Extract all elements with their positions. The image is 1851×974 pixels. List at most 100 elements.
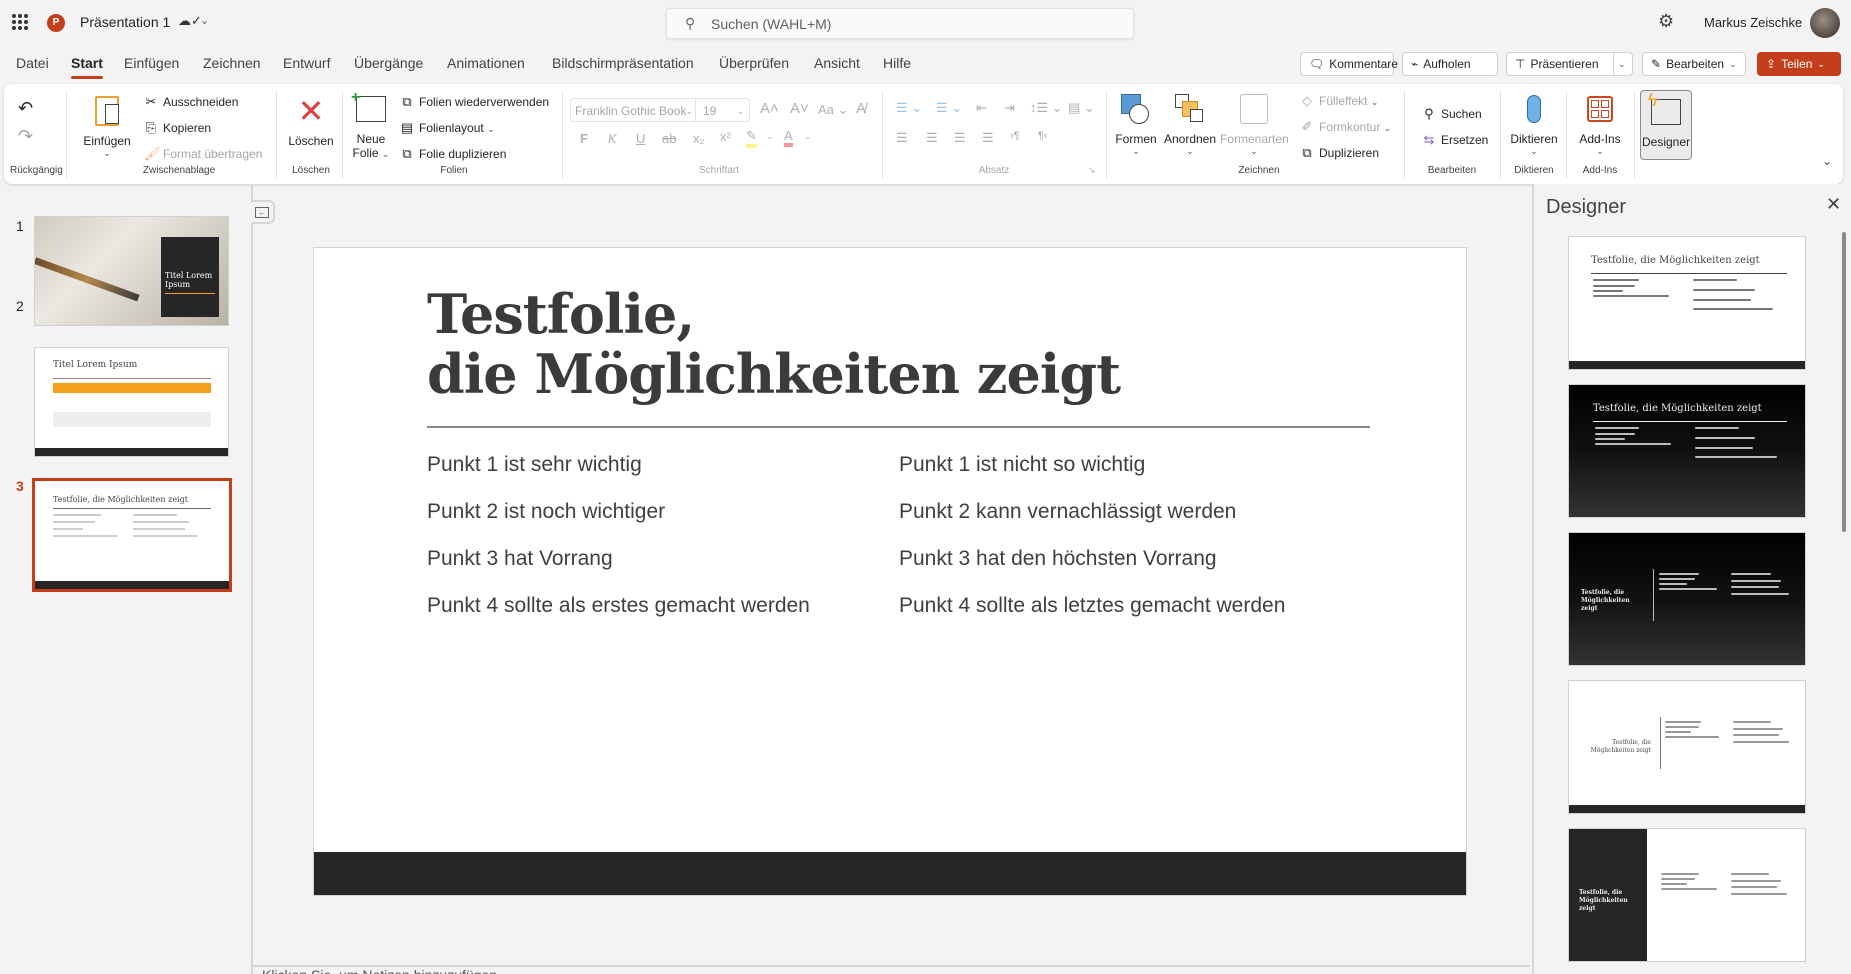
ltr-icon[interactable]: ›¶	[1010, 130, 1020, 142]
scrollbar[interactable]	[1842, 232, 1846, 532]
shape-outline-button[interactable]: ✐ Formkontur ⌄	[1300, 119, 1392, 135]
addins-button[interactable]: Add-Ins ⌄	[1572, 90, 1628, 157]
rtl-icon[interactable]: ¶‹	[1038, 130, 1048, 142]
delete-button[interactable]: ✕ Löschen	[286, 92, 336, 148]
tab-einfuegen[interactable]: Einfügen	[124, 55, 179, 71]
comment-icon: 🗨	[1309, 57, 1325, 71]
app-launcher-icon[interactable]	[12, 14, 28, 30]
edit-mode-button[interactable]: ✎ Bearbeiten ⌄	[1642, 52, 1746, 76]
dictate-button[interactable]: Diktieren ⌄	[1506, 90, 1562, 157]
line-spacing-icon[interactable]: ↕☰ ⌄	[1030, 100, 1063, 116]
font-family-select[interactable]: Franklin Gothic Book ⌄ 19 ⌄	[570, 98, 750, 122]
design-option[interactable]: Testfolie, die Möglichkeiten zeigt	[1568, 828, 1806, 962]
replace-button[interactable]: ⇆ Ersetzen	[1422, 132, 1489, 148]
tab-uebergaenge[interactable]: Übergänge	[354, 55, 423, 71]
subscript-icon[interactable]: x₂	[693, 131, 705, 146]
decrease-indent-icon[interactable]: ⇤	[976, 100, 987, 116]
tab-entwurf[interactable]: Entwurf	[283, 55, 330, 71]
left-content-column[interactable]: Punkt 1 ist sehr wichtig Punkt 2 ist noc…	[427, 453, 810, 641]
duplicate-shape-button[interactable]: ⧉ Duplizieren	[1300, 145, 1379, 161]
ribbon-expand-chevron-icon[interactable]: ⌄	[1822, 154, 1832, 168]
tab-animationen[interactable]: Animationen	[447, 55, 525, 71]
design-option[interactable]: Testfolie, die Möglichkeiten zeigt	[1568, 532, 1806, 666]
columns-icon[interactable]: ▤ ⌄	[1068, 100, 1095, 116]
slide-thumbnail-1[interactable]: Titel Lorem Ipsum	[34, 216, 229, 326]
change-case-icon[interactable]: Aa ⌄	[818, 102, 848, 118]
user-name[interactable]: Markus Zeischke	[1704, 15, 1802, 30]
collapse-thumbnails-button[interactable]: ←	[251, 200, 275, 224]
notes-input[interactable]: Klicken Sie, um Notizen hinzuzufügen	[262, 968, 497, 974]
strikethrough-icon[interactable]: ab	[662, 131, 676, 146]
arrange-button[interactable]: Anordnen ⌄	[1162, 90, 1218, 157]
align-right-icon[interactable]: ☰	[954, 130, 966, 146]
slide-thumbnail-2[interactable]: Titel Lorem Ipsum	[34, 347, 229, 457]
italic-icon[interactable]: K	[608, 131, 617, 146]
slide-layout-button[interactable]: ▤ Folienlayout ⌄	[400, 120, 495, 136]
underline-icon[interactable]: U	[636, 131, 645, 146]
find-button[interactable]: ⚲ Suchen	[1422, 106, 1481, 122]
font-color-icon[interactable]: A	[784, 128, 793, 147]
new-slide-button[interactable]: + Neue Folie ⌄	[348, 89, 394, 160]
paragraph-dialog-launcher-icon[interactable]: ↘	[1088, 165, 1096, 176]
grow-font-icon[interactable]: A˄	[760, 100, 779, 117]
slide-title[interactable]: Testfolie, die Möglichkeiten zeigt	[427, 284, 1121, 404]
chevron-down-icon[interactable]: ⌄	[766, 131, 774, 142]
align-left-icon[interactable]: ☰	[896, 130, 908, 146]
design-option[interactable]: Testfolie, die Möglichkeiten zeigt	[1568, 236, 1806, 370]
tab-zeichnen[interactable]: Zeichnen	[203, 55, 261, 71]
chevron-down-icon: ⌄	[1729, 58, 1737, 69]
redo-icon[interactable]: ↷	[18, 126, 33, 147]
notes-divider[interactable]	[253, 965, 1530, 967]
comments-button[interactable]: 🗨 Kommentare	[1300, 52, 1398, 76]
shrink-font-icon[interactable]: A˅	[790, 100, 809, 117]
numbering-icon[interactable]: ☰ ⌄	[936, 100, 962, 116]
share-button[interactable]: ⇪ Teilen ⌄	[1757, 52, 1841, 76]
tab-datei[interactable]: Datei	[16, 55, 49, 71]
tab-start[interactable]: Start	[71, 55, 103, 79]
comments-label: Kommentare	[1329, 57, 1398, 71]
chevron-down-icon[interactable]: ⌄	[804, 131, 812, 142]
search-box[interactable]: ⚲ Suchen (WAHL+M)	[666, 8, 1134, 39]
slide-canvas[interactable]: Testfolie, die Möglichkeiten zeigt Punkt…	[313, 247, 1467, 896]
bullets-icon[interactable]: ☰ ⌄	[896, 100, 922, 116]
right-content-column[interactable]: Punkt 1 ist nicht so wichtig Punkt 2 kan…	[899, 453, 1285, 641]
duplicate-slide-button[interactable]: ⧉ Folie duplizieren	[400, 146, 506, 162]
present-button[interactable]: ⊤ Präsentieren	[1506, 52, 1614, 76]
paste-button[interactable]: Einfügen ⌄	[82, 92, 132, 159]
copy-button[interactable]: ⎘ Kopieren	[144, 120, 211, 136]
chevron-down-icon: ⌄	[1132, 146, 1140, 156]
tab-ansicht[interactable]: Ansicht	[814, 55, 860, 71]
reuse-slides-button[interactable]: ⧉ Folien wiederverwenden	[400, 94, 549, 110]
increase-indent-icon[interactable]: ⇥	[1004, 100, 1015, 116]
cut-button[interactable]: ✂ Ausschneiden	[144, 94, 239, 110]
designer-button[interactable]: ϟ Designer	[1640, 90, 1692, 160]
clear-formatting-icon[interactable]: A̸	[856, 100, 866, 117]
chevron-down-icon[interactable]: ⌄	[200, 14, 209, 27]
tab-ueberpruefen[interactable]: Überprüfen	[719, 55, 789, 71]
cloud-saved-icon[interactable]: ☁✓	[178, 13, 202, 29]
tab-hilfe[interactable]: Hilfe	[883, 55, 911, 71]
avatar[interactable]	[1810, 8, 1840, 38]
shape-fill-button[interactable]: ◇ Fülleffekt ⌄	[1300, 93, 1378, 109]
justify-icon[interactable]: ☰	[982, 130, 994, 146]
slide-thumbnail-3[interactable]: Testfolie, die Möglichkeiten zeigt	[32, 478, 232, 592]
shapes-button[interactable]: Formen ⌄	[1114, 90, 1158, 157]
shape-styles-button[interactable]: Formenarten ⌄	[1220, 90, 1289, 157]
undo-icon[interactable]: ↶	[18, 98, 33, 119]
document-title[interactable]: Präsentation 1	[80, 14, 170, 30]
catchup-button[interactable]: ⌁ Aufholen	[1402, 52, 1498, 76]
panel-divider[interactable]	[251, 184, 253, 974]
tab-bildschirmpraesentation[interactable]: Bildschirmpräsentation	[552, 55, 694, 71]
duplicate-icon: ⧉	[1302, 145, 1312, 160]
present-options-button[interactable]: ⌄	[1613, 52, 1633, 76]
highlight-icon[interactable]: ✎	[746, 128, 757, 148]
bold-icon[interactable]: F	[580, 131, 588, 146]
close-icon[interactable]: ✕	[1826, 194, 1841, 215]
align-center-icon[interactable]: ☰	[926, 130, 938, 146]
format-painter-button[interactable]: 🖌 Format übertragen	[144, 146, 262, 162]
gear-icon[interactable]: ⚙	[1658, 11, 1674, 32]
addins-label: Add-Ins	[1579, 132, 1621, 146]
superscript-icon[interactable]: x²	[720, 129, 731, 144]
design-option[interactable]: Testfolie, die Möglichkeiten zeigt	[1568, 384, 1806, 518]
design-option[interactable]: Testfolie, die Möglichkeiten zeigt	[1568, 680, 1806, 814]
